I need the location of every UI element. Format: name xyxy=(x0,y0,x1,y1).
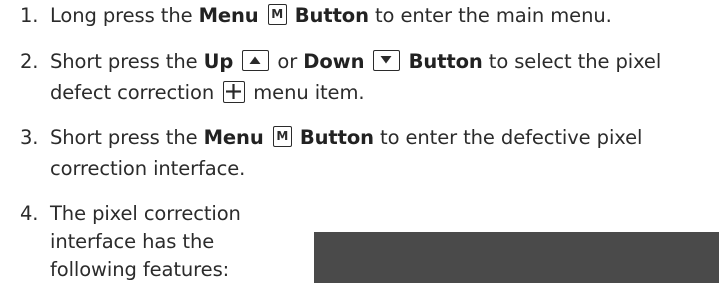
text-run: to enter the main menu. xyxy=(368,4,612,27)
bold-term-button: Button xyxy=(294,4,369,27)
bold-term-menu: Menu xyxy=(198,4,259,27)
text-run: to enter the defective pixel xyxy=(373,126,643,149)
up-triangle-icon xyxy=(249,56,261,64)
text-run: or xyxy=(271,50,304,73)
text-run: Long press the xyxy=(50,4,199,27)
bold-term-button: Button xyxy=(408,50,483,73)
pixel-correction-screen-image xyxy=(314,232,719,283)
plus-icon xyxy=(226,84,242,99)
key-glyph: M xyxy=(271,7,284,21)
text-run: menu item. xyxy=(247,81,365,104)
plus-box-icon xyxy=(223,81,246,103)
step-number: 1. xyxy=(20,4,39,27)
instruction-list: 1. Long press the Menu M Button to enter… xyxy=(0,0,719,283)
step-text: defect correction menu item. xyxy=(50,77,365,108)
step-text: following features: xyxy=(50,258,230,281)
bold-term-button: Button xyxy=(299,126,374,149)
key-glyph: M xyxy=(276,129,289,143)
bold-term-menu: Menu xyxy=(203,126,264,149)
step-number: 2. xyxy=(20,50,39,73)
step-text: Short press the Up or Down Button to sel… xyxy=(50,46,661,77)
menu-m-key-icon: M xyxy=(267,4,287,25)
step-text: interface has the xyxy=(50,230,215,253)
step-number: 3. xyxy=(20,126,39,149)
step-number: 4. xyxy=(20,202,39,225)
menu-m-key-icon: M xyxy=(272,126,292,147)
text-run: to select the pixel xyxy=(482,50,662,73)
step-text: correction interface. xyxy=(50,157,246,180)
step-text: Long press the Menu M Button to enter th… xyxy=(50,0,612,31)
down-triangle-icon xyxy=(380,56,392,64)
up-arrow-key-icon xyxy=(242,50,270,71)
text-run: Short press the xyxy=(50,50,204,73)
step-text: The pixel correction xyxy=(50,202,241,225)
text-run: defect correction xyxy=(50,81,221,104)
down-arrow-key-icon xyxy=(373,50,401,71)
step-text: Short press the Menu M Button to enter t… xyxy=(50,122,642,153)
text-run: Short press the xyxy=(50,126,204,149)
bold-term-up: Up xyxy=(203,50,234,73)
bold-term-down: Down xyxy=(303,50,365,73)
